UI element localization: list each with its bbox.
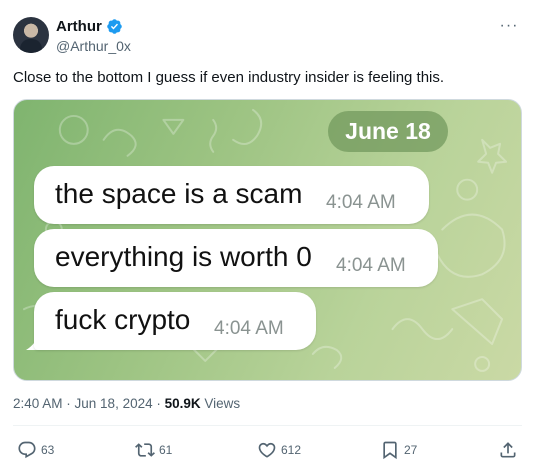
message-text: everything is worth 0 [55, 241, 312, 272]
reply-icon [18, 441, 36, 459]
message-bubble: the space is a scam 4:04 AM [34, 166, 429, 224]
tweet-header: Arthur @Arthur_0x ··· [13, 14, 523, 58]
bookmark-count: 27 [404, 443, 418, 457]
meta-separator: · [62, 396, 75, 411]
tweet-meta: 2:40 AM · Jun 18, 2024 · 50.9K Views [13, 396, 240, 411]
message-text: the space is a scam [55, 178, 303, 209]
tweet-media-image[interactable]: June 18 the space is a scam 4:04 AM ever… [13, 99, 522, 381]
views-label: Views [200, 396, 241, 411]
like-button[interactable]: 612 [257, 438, 301, 462]
bookmark-icon [383, 441, 397, 460]
heart-icon [258, 442, 276, 458]
like-count: 612 [281, 443, 302, 457]
divider [13, 425, 522, 426]
share-button[interactable] [498, 438, 518, 462]
message-bubble: everything is worth 0 4:04 AM [34, 229, 438, 287]
avatar[interactable] [13, 17, 49, 53]
message-time: 4:04 AM [336, 255, 406, 276]
tweet-date[interactable]: Jun 18, 2024 [75, 396, 153, 411]
author-name[interactable]: Arthur [56, 18, 102, 35]
message-text: fuck crypto [55, 304, 191, 335]
repost-count: 61 [159, 443, 173, 457]
tweet-time[interactable]: 2:40 AM [13, 396, 63, 411]
meta-separator: · [152, 396, 165, 411]
repost-button[interactable]: 61 [135, 438, 172, 462]
views-count: 50.9K [164, 396, 201, 411]
bookmark-button[interactable]: 27 [380, 438, 417, 462]
repost-icon [135, 443, 155, 457]
author-handle[interactable]: @Arthur_0x [56, 38, 131, 54]
more-options-icon[interactable]: ··· [499, 18, 519, 34]
message-bubble: fuck crypto 4:04 AM [34, 292, 316, 350]
action-bar: 63 61 612 27 [13, 438, 522, 462]
tweet-text: Close to the bottom I guess if even indu… [13, 69, 445, 86]
reply-count: 63 [41, 443, 55, 457]
verified-badge-icon [107, 19, 122, 34]
name-row: Arthur [56, 18, 123, 35]
message-time: 4:04 AM [326, 192, 396, 213]
share-icon [500, 442, 516, 458]
reply-button[interactable]: 63 [17, 438, 54, 462]
message-time: 4:04 AM [214, 318, 284, 339]
date-chip: June 18 [328, 111, 448, 152]
